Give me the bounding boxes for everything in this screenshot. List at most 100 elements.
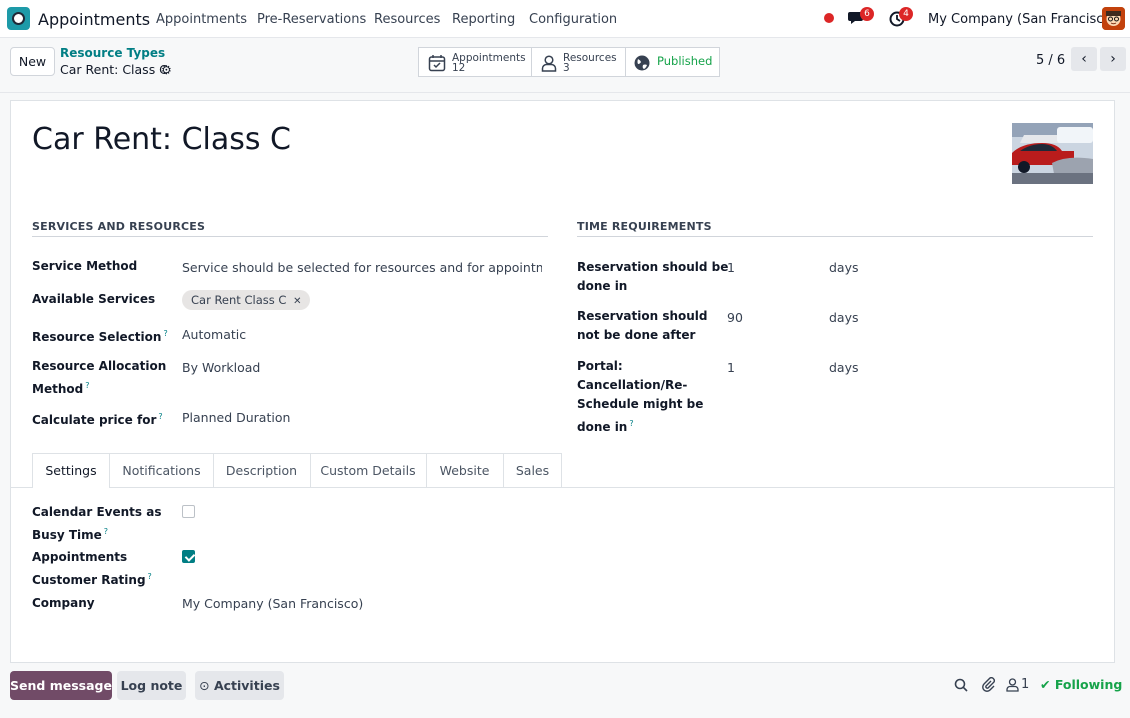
clock-icon: ⊙ [199, 678, 210, 693]
busy-time-checkbox[interactable] [182, 505, 195, 518]
reservation-not-after-unit: days [829, 310, 859, 325]
available-services-label: Available Services [32, 292, 156, 306]
service-tag-label: Car Rent Class C [191, 293, 287, 307]
reservation-done-in-label-line2: done in [577, 279, 628, 293]
portal-cancellation-field[interactable]: 1 [727, 358, 735, 377]
activities-badge: 4 [899, 7, 913, 21]
section-services-and-resources: SERVICES AND RESOURCES [32, 220, 206, 233]
followers-count[interactable]: 1 [1021, 677, 1029, 692]
avatar-face-icon [1102, 7, 1125, 30]
portal-cancellation-label-line4: done in? [577, 419, 634, 434]
reservation-not-after-field[interactable]: 90 [727, 308, 743, 327]
menu-appointments[interactable]: Appointments [156, 12, 247, 27]
user-icon [541, 55, 557, 72]
portal-cancellation-label-line2: Cancellation/Re- [577, 378, 688, 392]
help-icon[interactable]: ? [158, 412, 162, 421]
messages-badge: 6 [860, 7, 874, 21]
send-message-button[interactable]: Send message [10, 671, 112, 700]
record-image[interactable] [1012, 123, 1093, 184]
menu-configuration[interactable]: Configuration [529, 12, 617, 27]
calculate-price-field[interactable]: Planned Duration [182, 408, 290, 427]
allocation-method-label-line2: Method? [32, 381, 90, 396]
service-method-label: Service Method [32, 259, 138, 273]
menu-reporting[interactable]: Reporting [452, 12, 515, 27]
busy-time-label: Calendar Events as [32, 505, 162, 519]
resource-selection-field[interactable]: Automatic [182, 325, 246, 344]
smart-button-resources[interactable]: Resources 3 [531, 47, 626, 77]
help-icon[interactable]: ? [148, 572, 152, 581]
customer-rating-checkbox[interactable] [182, 550, 195, 563]
car-photo-icon [1012, 123, 1093, 184]
app-logo-icon[interactable] [7, 7, 30, 30]
tab-custom-details[interactable]: Custom Details [310, 453, 426, 488]
section-divider [577, 236, 1093, 237]
company-switcher[interactable]: My Company (San Francisco) [928, 12, 1116, 27]
breadcrumb-resource-types[interactable]: Resource Types [60, 46, 165, 60]
app-name[interactable]: Appointments [38, 10, 150, 29]
pager-counter[interactable]: 5 / 6 [1036, 53, 1065, 68]
chevron-right-icon: › [1110, 51, 1116, 67]
close-icon[interactable]: ✕ [293, 296, 301, 307]
tab-top-border [110, 453, 562, 454]
smart-button-appointments[interactable]: Appointments 12 [418, 47, 532, 77]
tab-description[interactable]: Description [213, 453, 310, 488]
resource-selection-label: Resource Selection? [32, 329, 168, 344]
tab-settings[interactable]: Settings [32, 453, 110, 488]
smart-published-label: Published [657, 54, 713, 68]
smart-resources-count: 3 [563, 62, 570, 74]
calendar-check-icon [428, 55, 446, 72]
calculate-price-label: Calculate price for? [32, 412, 163, 427]
tab-separator [213, 453, 214, 487]
reservation-done-in-unit: days [829, 260, 859, 275]
portal-cancellation-label-line3: Schedule might be [577, 397, 704, 411]
pager-previous-button[interactable]: ‹ [1071, 47, 1097, 71]
service-method-field[interactable]: Service should be selected for resources… [182, 258, 542, 277]
tab-separator [310, 453, 311, 487]
reservation-not-after-label-line2: not be done after [577, 328, 696, 342]
log-note-button[interactable]: Log note [117, 671, 186, 700]
section-time-requirements: TIME REQUIREMENTS [577, 220, 712, 233]
tab-sales[interactable]: Sales [503, 453, 562, 488]
breadcrumb-current: Car Rent: Class C [60, 62, 168, 77]
check-icon: ✔ [1040, 677, 1051, 692]
allocation-method-field[interactable]: By Workload [182, 358, 260, 377]
company-field[interactable]: My Company (San Francisco) [182, 594, 363, 613]
status-dot-icon[interactable] [824, 13, 834, 23]
tab-separator [561, 453, 562, 487]
gear-icon[interactable]: ⚙ [161, 63, 172, 77]
smart-resources-label: Resources [563, 52, 617, 64]
activities-button[interactable]: ⊙ Activities [195, 671, 284, 700]
menu-pre-reservations[interactable]: Pre-Reservations [257, 12, 366, 27]
portal-cancellation-unit: days [829, 360, 859, 375]
top-navbar: Appointments Appointments Pre-Reservatio… [0, 0, 1130, 38]
tab-separator [426, 453, 427, 487]
following-button[interactable]: ✔ Following [1040, 677, 1122, 692]
reservation-done-in-field[interactable]: 1 [727, 258, 735, 277]
globe-icon [634, 55, 650, 71]
busy-time-label-line2: Busy Time? [32, 527, 109, 542]
tab-website[interactable]: Website [426, 453, 503, 488]
search-icon[interactable] [954, 678, 968, 692]
user-avatar[interactable] [1102, 7, 1125, 30]
tab-notifications[interactable]: Notifications [110, 453, 213, 488]
followers-user-icon[interactable] [1006, 678, 1019, 692]
help-icon[interactable]: ? [163, 329, 167, 338]
reservation-not-after-label: Reservation should [577, 309, 708, 323]
service-tag[interactable]: Car Rent Class C ✕ [182, 290, 311, 310]
help-icon[interactable]: ? [629, 419, 633, 428]
smart-appointments-count: 12 [452, 62, 466, 74]
new-button[interactable]: New [10, 47, 55, 76]
pager-next-button[interactable]: › [1100, 47, 1126, 71]
section-divider [32, 236, 548, 237]
menu-resources[interactable]: Resources [374, 12, 440, 27]
help-icon[interactable]: ? [85, 381, 89, 390]
reservation-done-in-label: Reservation should be [577, 260, 729, 274]
record-title[interactable]: Car Rent: Class C [32, 122, 291, 157]
tab-separator [503, 453, 504, 487]
company-label: Company [32, 596, 95, 610]
help-icon[interactable]: ? [104, 527, 108, 536]
paperclip-icon[interactable] [981, 677, 996, 692]
customer-rating-label: Appointments [32, 550, 128, 564]
portal-cancellation-label: Portal: [577, 359, 623, 373]
smart-button-published[interactable]: Published [625, 47, 720, 77]
